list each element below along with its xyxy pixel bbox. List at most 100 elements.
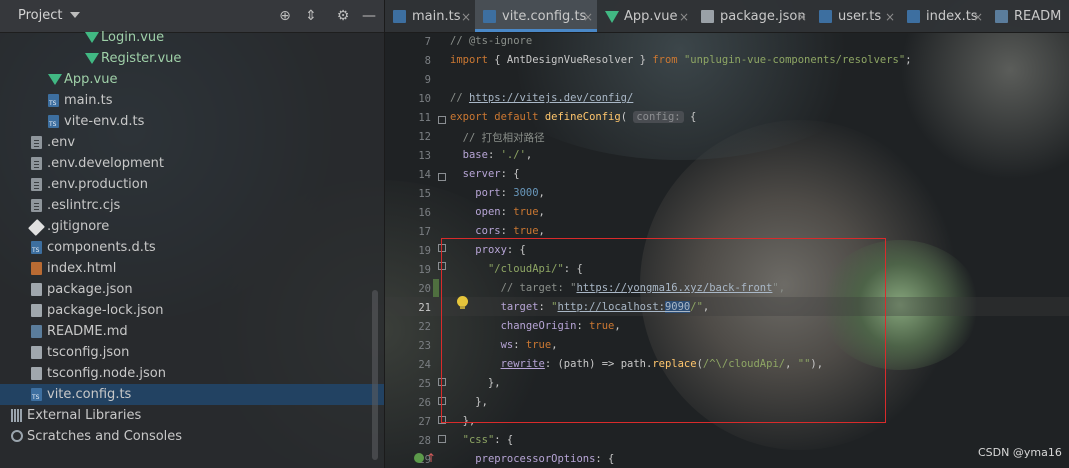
code-line[interactable]: preprocessorOptions: { [450,453,614,465]
tree-item[interactable]: main.ts [0,90,384,111]
change-marker [433,279,439,297]
line-number: 19 [418,245,431,257]
text-file-icon [31,178,42,191]
vue-file-icon [48,74,62,85]
code-line[interactable]: port: 3000, [450,187,545,199]
tree-item-label: main.ts [64,93,113,108]
line-number: 16 [418,207,431,219]
code-line[interactable]: cors: true, [450,225,545,237]
project-panel-title[interactable]: Project [18,8,62,23]
typescript-file-icon [31,241,42,254]
line-number: 24 [418,359,431,371]
editor-tab[interactable]: READM [987,0,1061,32]
tree-item[interactable]: components.d.ts [0,237,384,258]
code-line[interactable]: // https://vitejs.dev/config/ [450,92,633,104]
fold-marker-icon[interactable] [438,435,446,443]
tree-item[interactable]: tsconfig.node.json [0,363,384,384]
code-line[interactable]: base: './', [450,149,533,161]
tree-item[interactable]: vite.config.ts [0,384,384,405]
code-line[interactable]: open: true, [450,206,545,218]
editor-tab[interactable]: package.json × [693,0,811,32]
tree-item[interactable]: .env.production [0,174,384,195]
editor-tab[interactable]: App.vue × [597,0,693,32]
editor-tab-label: App.vue [624,9,678,24]
code-line[interactable]: "css": { [450,434,514,446]
tree-item[interactable]: External Libraries [0,405,384,426]
fold-marker-icon[interactable] [438,116,446,124]
editor-tab[interactable]: vite.config.ts × [475,0,597,32]
tree-item-label: External Libraries [27,408,142,423]
code-line[interactable]: server: { [450,168,520,180]
tree-item-label: App.vue [64,72,118,87]
editor-tab-label: READM [1014,9,1062,24]
tree-item[interactable]: package.json [0,279,384,300]
editor-tab[interactable]: main.ts × [385,0,475,32]
arrow-up-icon[interactable]: ↑ [426,452,436,464]
tree-item-label: vite-env.d.ts [64,114,145,129]
tree-item-label: .eslintrc.cjs [47,198,121,213]
line-number: 28 [418,435,431,447]
tree-item[interactable]: Scratches and Consoles [0,426,384,447]
implemented-icon[interactable] [414,453,424,463]
tree-item-label: package-lock.json [47,303,164,318]
tree-item[interactable]: index.html [0,258,384,279]
tree-item[interactable]: README.md [0,321,384,342]
line-number: 27 [418,416,431,428]
tree-item[interactable]: .env [0,132,384,153]
tree-item[interactable]: .env.development [0,153,384,174]
code-line[interactable]: // 打包相对路径 [450,130,545,145]
editor-tab-label: vite.config.ts [502,9,587,24]
line-number: 17 [418,226,431,238]
gear-icon[interactable]: ⚙ [334,7,352,25]
editor-tab[interactable]: user.ts × [811,0,899,32]
tree-item[interactable]: .gitignore [0,216,384,237]
close-icon[interactable]: × [583,0,593,34]
line-number: 7 [424,36,431,48]
json-file-icon [31,283,42,296]
editor-tab-label: main.ts [412,9,461,24]
line-number: 10 [418,93,431,105]
markdown-file-icon [995,10,1008,23]
tree-item[interactable]: Register.vue [0,48,384,69]
tree-item-label: vite.config.ts [47,387,132,402]
tree-item-label: .env [47,135,76,150]
code-line[interactable]: // @ts-ignore [450,35,532,47]
text-file-icon [31,157,42,170]
close-icon[interactable]: × [461,0,471,34]
fold-marker-icon[interactable] [438,173,446,181]
json-file-icon [701,10,714,23]
crosshair-icon[interactable]: ⊕ [276,7,294,25]
line-number: 11 [418,112,431,124]
html-file-icon [31,262,42,275]
close-icon[interactable]: × [885,0,895,34]
tree-item[interactable]: .eslintrc.cjs [0,195,384,216]
tree-item-label: README.md [47,324,128,339]
vue-file-icon [85,32,99,43]
typescript-file-icon [483,10,496,23]
code-line[interactable]: export default defineConfig( config: { [450,111,696,123]
code-line[interactable]: import { AntDesignVueResolver } from "un… [450,54,912,66]
close-icon[interactable]: × [973,0,983,34]
tree-item[interactable]: Login.vue [0,27,384,48]
library-icon [11,409,22,422]
git-file-icon [28,219,45,236]
tree-item[interactable]: tsconfig.json [0,342,384,363]
highlight-box [441,238,886,423]
collapse-all-icon[interactable]: ⇕ [302,7,320,25]
close-icon[interactable]: × [797,0,807,34]
project-scrollbar[interactable] [372,290,378,460]
tree-item[interactable]: package-lock.json [0,300,384,321]
line-number: 26 [418,397,431,409]
editor-tab-label: user.ts [838,9,882,24]
tree-item-label: index.html [47,261,117,276]
editor-tab-label: index.ts [926,9,978,24]
chevron-down-icon[interactable] [70,12,80,18]
watermark: CSDN @yma16 [978,446,1062,459]
tree-item[interactable]: vite-env.d.ts [0,111,384,132]
close-icon[interactable]: × [679,0,689,34]
tree-item[interactable]: App.vue [0,69,384,90]
minimize-icon[interactable]: — [360,7,378,25]
line-number: 19 [418,264,431,276]
scratches-icon [11,430,23,442]
editor-tab[interactable]: index.ts × [899,0,987,32]
